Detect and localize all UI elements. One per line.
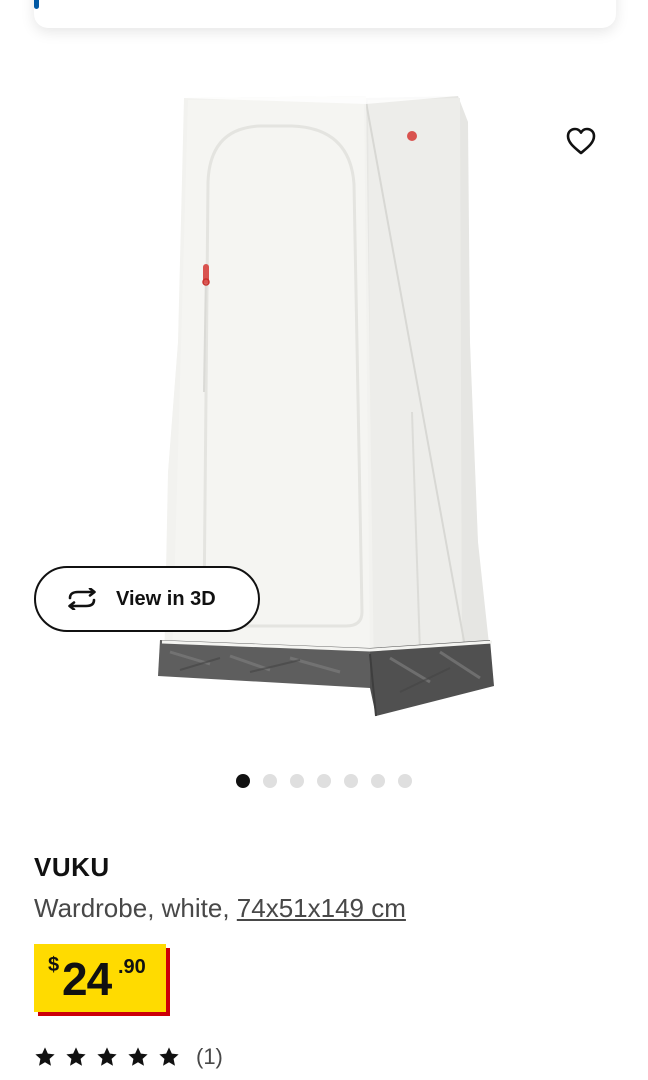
carousel-dot-1[interactable] — [236, 774, 250, 788]
favorite-button[interactable] — [560, 120, 602, 162]
price-tag: $ 24 .90 — [34, 944, 166, 1012]
star-icon — [159, 1047, 179, 1066]
product-type-label: Wardrobe, white, — [34, 893, 237, 923]
rating-stars — [34, 1046, 180, 1068]
carousel-dot-2[interactable] — [263, 774, 277, 788]
star-icon — [66, 1047, 86, 1066]
rating-summary[interactable]: (1) — [34, 1044, 223, 1070]
view-in-3d-label: View in 3D — [116, 587, 216, 610]
price-decimal: .90 — [118, 956, 146, 978]
image-carousel-dots — [236, 774, 412, 788]
carousel-dot-3[interactable] — [290, 774, 304, 788]
star-icon — [128, 1047, 148, 1066]
carousel-dot-5[interactable] — [344, 774, 358, 788]
star-icon — [35, 1047, 55, 1066]
carousel-dot-4[interactable] — [317, 774, 331, 788]
carousel-dot-6[interactable] — [371, 774, 385, 788]
product-dimensions-link[interactable]: 74x51x149 cm — [237, 893, 406, 923]
heart-outline-icon — [566, 127, 596, 155]
product-page: View in 3D VUKU Wardrobe, white, 74x51x1… — [0, 0, 648, 1080]
top-card — [34, 0, 616, 28]
price-integer: 24 — [62, 953, 112, 1005]
product-name: VUKU — [34, 852, 110, 882]
carousel-dot-7[interactable] — [398, 774, 412, 788]
accent-marker — [34, 0, 39, 9]
star-icon — [97, 1047, 117, 1066]
rating-count: (1) — [196, 1044, 223, 1069]
product-description: Wardrobe, white, 74x51x149 cm — [34, 893, 406, 924]
view-in-3d-button[interactable]: View in 3D — [34, 566, 260, 632]
rotate-arrows-icon — [68, 588, 96, 610]
price-currency: $ — [48, 954, 60, 976]
